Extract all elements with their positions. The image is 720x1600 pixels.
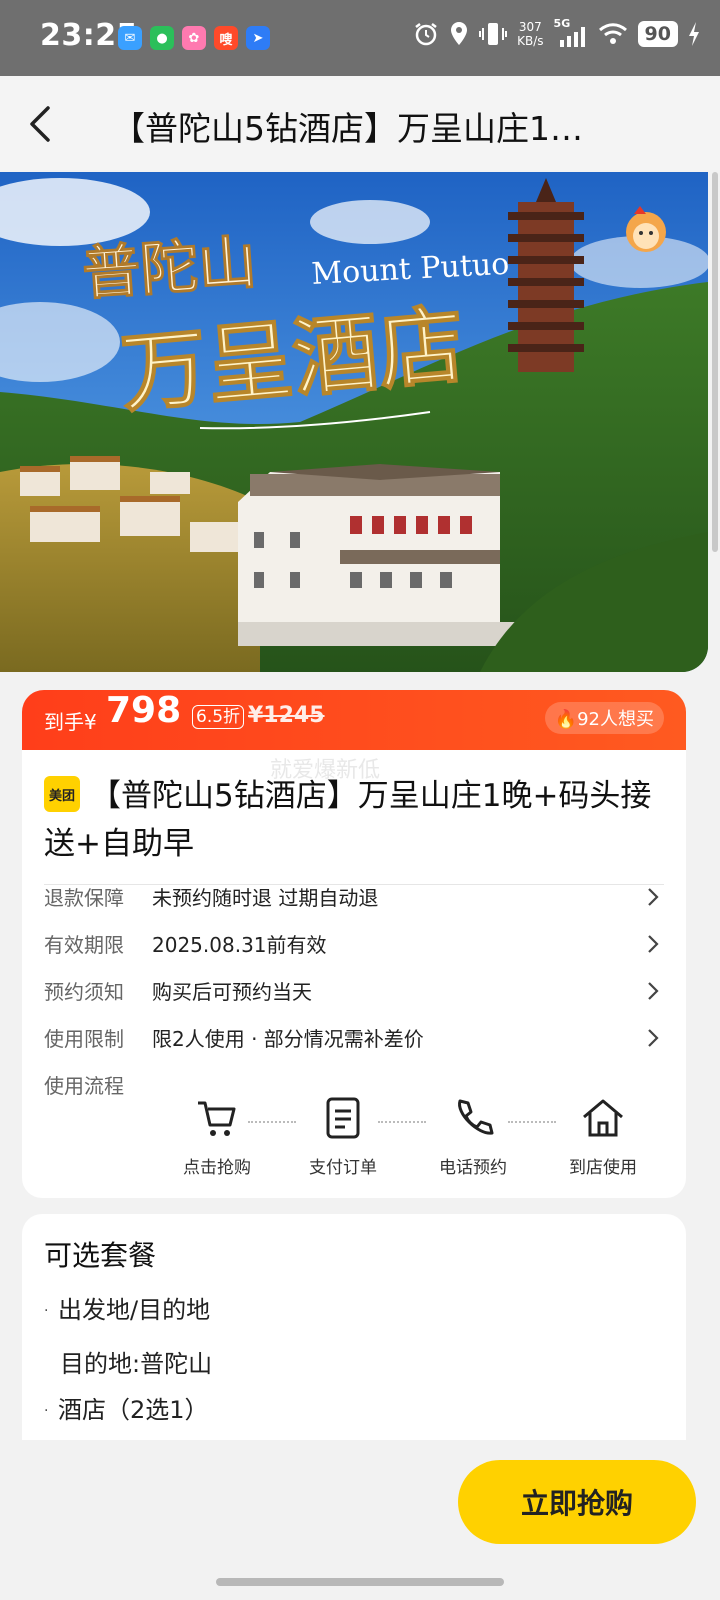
product-title: 【普陀山5钻酒店】万呈山庄1晚+码头接送+自助早 [44,778,652,862]
info-value: 未预约随时退 过期自动退 [152,886,379,910]
chevron-right-icon [648,935,659,953]
step-phone: 电话预约 [428,1095,518,1178]
discount-badge: 6.5折 [192,705,245,729]
cart-icon [198,1101,236,1136]
bullet-icon: · [44,1303,49,1319]
step-buy: 点击抢购 [172,1095,262,1178]
original-price: ¥1245 [248,703,325,728]
bullet-icon: · [44,1403,49,1419]
battery-level: 90 [637,21,678,47]
back-arrow-icon[interactable] [22,102,62,146]
package-item-label: 出发地/目的地 [58,1296,211,1324]
arrow-app-icon: ➤ [246,26,270,50]
scrollbar[interactable] [712,172,718,552]
step-label: 支付订单 [309,1158,377,1178]
hotel-scenery-image: 普陀山 Mount Putuo 万呈酒店 [0,172,708,672]
status-bar: 23:25 ✉ ● ✿ 嗖 ➤ 307 KB/s 5G 90 [0,0,720,76]
info-row-refund[interactable]: 退款保障 未预约随时退 过期自动退 [44,882,664,914]
charging-icon [689,22,699,46]
flower-app-icon: ✿ [182,26,206,50]
chat-app-icon: ✉ [118,26,142,50]
home-icon [583,1099,623,1137]
chevron-right-icon [648,888,659,906]
step-visit: 到店使用 [558,1095,648,1178]
nav-bar: 【普陀山5钻酒店】万呈山庄1… [0,76,720,170]
meituan-logo-icon: 美团 [44,776,80,812]
info-row-booking[interactable]: 预约须知 购买后可预约当天 [44,976,664,1008]
info-value: 限2人使用 · 部分情况需补差价 [152,1027,424,1051]
net-speed-value: 307 [518,20,542,34]
hotel-building [238,464,528,646]
package-item-label: 酒店（2选1） [58,1396,209,1424]
info-label: 使用限制 [44,1027,124,1051]
current-price: 798 [106,690,182,731]
step-label: 到店使用 [569,1158,637,1178]
step-connector [248,1121,296,1123]
pagoda [508,178,584,372]
info-value: 2025.08.31前有效 [152,933,327,957]
package-item: · 酒店（2选1） [44,1390,209,1425]
chevron-right-icon [648,982,659,1000]
wifi-icon [598,23,627,44]
alarm-icon [415,23,437,46]
vibrate-icon [479,23,508,45]
notification-icons: ✉ ● ✿ 嗖 ➤ [118,26,270,50]
step-pay: 支付订单 [298,1095,388,1178]
chevron-right-icon [648,1029,659,1047]
fire-icon: 🔥 [554,709,578,730]
home-indicator[interactable] [216,1578,504,1586]
order-icon [326,1097,360,1139]
step-label: 点击抢购 [183,1158,251,1178]
info-row-validity[interactable]: 有效期限 2025.08.31前有效 [44,929,664,961]
signal: 5G [554,17,588,47]
price-label: 到手¥ [44,710,97,734]
usage-steps: 点击抢购 支付订单 电话预约 到店使用 [172,1095,652,1185]
hero-headline-cn: 普陀山 [80,228,258,308]
signal-icon [559,27,585,47]
package-item: · 出发地/目的地 [44,1290,210,1325]
step-connector [378,1121,426,1123]
price-banner: 到手¥ 798 6.5折 ¥1245 🔥92人想买 [22,690,686,750]
package-item-detail: 目的地:普陀山 [60,1350,213,1378]
info-value: 购买后可预约当天 [152,980,312,1004]
step-connector [508,1121,556,1123]
info-row-limits[interactable]: 使用限制 限2人使用 · 部分情况需补差价 [44,1023,664,1055]
step-label: 电话预约 [439,1158,507,1178]
hero-image[interactable]: 普陀山 Mount Putuo 万呈酒店 [0,172,708,672]
net-speed-unit: KB/s [517,34,544,48]
want-count-badge: 🔥92人想买 [544,702,664,734]
info-label: 使用流程 [44,1074,124,1098]
product-card: 就爱爆新低 【普陀山5钻酒店】万呈山庄1晚+码头接送+自助早 美团 退款保障 未… [22,750,686,1198]
net-speed: 307 KB/s [517,20,543,48]
info-label: 预约须知 [44,980,124,1004]
wechat-icon: ● [150,26,174,50]
system-icons: 307 KB/s 5G 90 [413,17,700,48]
packages-title: 可选套餐 [44,1239,157,1272]
buy-now-button[interactable]: 立即抢购 [458,1460,696,1544]
packages-card: 可选套餐 · 出发地/目的地 目的地:普陀山 · 酒店（2选1） [22,1214,686,1440]
page-title: 【普陀山5钻酒店】万呈山庄1… [112,109,583,148]
location-icon [451,22,468,45]
info-label: 有效期限 [44,933,124,957]
deal-app-icon: 嗖 [214,26,238,50]
want-count: 92人想买 [577,709,654,730]
info-label: 退款保障 [44,886,124,910]
phone-icon [458,1099,494,1135]
